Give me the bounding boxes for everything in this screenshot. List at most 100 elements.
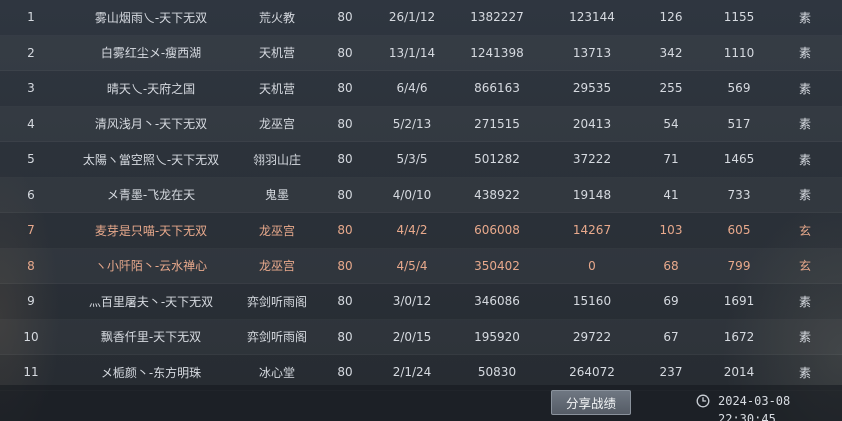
stat-column-2: 605	[727, 223, 751, 238]
kda-stat: 3/0/12	[392, 294, 432, 309]
player-level: 80	[337, 329, 353, 344]
match-timestamp: 2024-03-08 22:30:45	[718, 394, 791, 421]
sect-name: 翎羽山庄	[252, 152, 301, 167]
sect-name: 天机营	[258, 46, 295, 61]
sect-name: 天机营	[258, 81, 295, 96]
table-row[interactable]: 4 清风浅月丶-天下无双 龙巫宫 80 5/2/13 271515 20413 54 517 素	[0, 107, 842, 142]
damage-stat: 1241398	[470, 45, 524, 60]
heal-stat: 29722	[572, 329, 612, 344]
sect-name: 弈剑听雨阁	[246, 330, 307, 345]
stat-column-2: 1155	[723, 10, 755, 25]
battle-results-screen: 1 雾山烟雨乀-天下无双 荒火教 80 26/1/12 1382227 123144 126 1…	[0, 0, 842, 421]
sect-name: 龙巫宫	[258, 259, 295, 274]
player-name: 太陽ヽ當空照乀-天下无双	[82, 152, 220, 167]
kda-stat: 6/4/6	[396, 81, 428, 96]
stat-column-2: 1110	[723, 45, 755, 60]
table-row[interactable]: 5 太陽ヽ當空照乀-天下无双 翎羽山庄 80 5/3/5 501282 37222 71 146…	[0, 142, 842, 178]
stat-column-1: 54	[663, 116, 679, 131]
stat-column-1: 255	[659, 81, 683, 96]
stat-column-1: 71	[663, 152, 679, 167]
kda-stat: 13/1/14	[388, 45, 436, 60]
kda-stat: 4/5/4	[396, 258, 428, 273]
table-row[interactable]: 7 麦芽是只喵-天下无双 龙巫宫 80 4/4/2 606008 14267 103 605 玄	[0, 213, 842, 249]
kda-stat: 5/2/13	[392, 116, 432, 131]
damage-stat: 866163	[474, 81, 520, 96]
player-level: 80	[337, 294, 353, 309]
damage-stat: 501282	[474, 152, 520, 167]
heal-stat: 0	[588, 258, 596, 273]
sect-name: 弈剑听雨阁	[246, 294, 307, 309]
rank-cell: 8	[27, 258, 35, 273]
stat-column-1: 41	[663, 187, 679, 202]
heal-stat: 37222	[572, 152, 612, 167]
type-badge: 素	[798, 117, 811, 132]
heal-stat: 123144	[569, 10, 615, 25]
results-table: 1 雾山烟雨乀-天下无双 荒火教 80 26/1/12 1382227 123144 126 1…	[0, 0, 842, 391]
stat-column-1: 103	[659, 223, 683, 238]
kda-stat: 4/4/2	[396, 223, 428, 238]
stat-column-1: 67	[663, 329, 679, 344]
rank-cell: 3	[27, 81, 35, 96]
player-name: メ青墨-飞龙在天	[106, 188, 196, 203]
table-row[interactable]: 6 メ青墨-飞龙在天 鬼墨 80 4/0/10 438922 19148 41 733 素	[0, 178, 842, 213]
type-badge: 素	[798, 330, 811, 345]
rank-cell: 6	[27, 187, 35, 202]
stat-column-2: 569	[727, 81, 751, 96]
stat-column-1: 342	[659, 45, 683, 60]
rank-cell: 10	[23, 329, 39, 344]
sect-name: 鬼墨	[264, 188, 289, 203]
heal-stat: 20413	[572, 116, 612, 131]
damage-stat: 271515	[474, 116, 520, 131]
damage-stat: 438922	[474, 187, 520, 202]
damage-stat: 350402	[474, 258, 520, 273]
table-row[interactable]: 10 飘香仟里-天下无双 弈剑听雨阁 80 2/0/15 195920 29722 67 167…	[0, 320, 842, 355]
share-results-button[interactable]: 分享战绩	[551, 390, 631, 415]
rank-cell: 5	[27, 152, 35, 167]
type-badge: 素	[798, 46, 811, 61]
stat-column-2: 799	[727, 258, 751, 273]
kda-stat: 26/1/12	[388, 10, 436, 25]
table-row[interactable]: 3 晴天乀-天府之国 天机营 80 6/4/6 866163 29535 255 569 素	[0, 71, 842, 107]
player-level: 80	[337, 116, 353, 131]
type-badge: 素	[798, 81, 811, 96]
type-badge: 素	[798, 188, 811, 203]
heal-stat: 13713	[572, 45, 612, 60]
player-name: ヽ小阡陌丶-云水禅心	[94, 259, 208, 274]
stat-column-2: 1465	[723, 152, 755, 167]
rank-cell: 2	[27, 45, 35, 60]
player-name: 飘香仟里-天下无双	[100, 330, 202, 345]
sect-name: 龙巫宫	[258, 117, 295, 132]
kda-stat: 2/0/15	[392, 329, 432, 344]
player-level: 80	[337, 258, 353, 273]
type-badge: 玄	[798, 223, 811, 238]
sect-name: 荒火教	[258, 10, 295, 25]
footer-bar	[0, 385, 842, 421]
sect-name: 龙巫宫	[258, 223, 295, 238]
stat-column-2: 517	[727, 116, 751, 131]
type-badge: 玄	[798, 259, 811, 274]
table-row[interactable]: 2 白雾红尘メ-瘦西湖 天机营 80 13/1/14 1241398 13713 342 111…	[0, 36, 842, 71]
stat-column-1: 68	[663, 258, 679, 273]
table-row[interactable]: 8 ヽ小阡陌丶-云水禅心 龙巫宫 80 4/5/4 350402 0 68 799 玄	[0, 249, 842, 284]
damage-stat: 606008	[474, 223, 520, 238]
table-row[interactable]: 1 雾山烟雨乀-天下无双 荒火教 80 26/1/12 1382227 123144 126 1…	[0, 0, 842, 36]
player-level: 80	[337, 10, 353, 25]
player-name: 灬百里屠夫丶-天下无双	[88, 294, 214, 309]
rank-cell: 1	[27, 10, 35, 25]
player-level: 80	[337, 81, 353, 96]
table-row[interactable]: 9 灬百里屠夫丶-天下无双 弈剑听雨阁 80 3/0/12 346086 15160 69 16…	[0, 284, 842, 320]
rank-cell: 4	[27, 116, 35, 131]
damage-stat: 1382227	[470, 10, 524, 25]
stat-column-1: 69	[663, 294, 679, 309]
player-level: 80	[337, 45, 353, 60]
rank-cell: 7	[27, 223, 35, 238]
stat-column-2: 1691	[723, 294, 755, 309]
rank-cell: 9	[27, 294, 35, 309]
player-name: 白雾红尘メ-瘦西湖	[100, 46, 202, 61]
player-level: 80	[337, 187, 353, 202]
damage-stat: 195920	[474, 329, 520, 344]
player-name: 晴天乀-天府之国	[106, 81, 196, 96]
damage-stat: 346086	[474, 294, 520, 309]
stat-column-1: 126	[659, 10, 683, 25]
stat-column-2: 733	[727, 187, 751, 202]
